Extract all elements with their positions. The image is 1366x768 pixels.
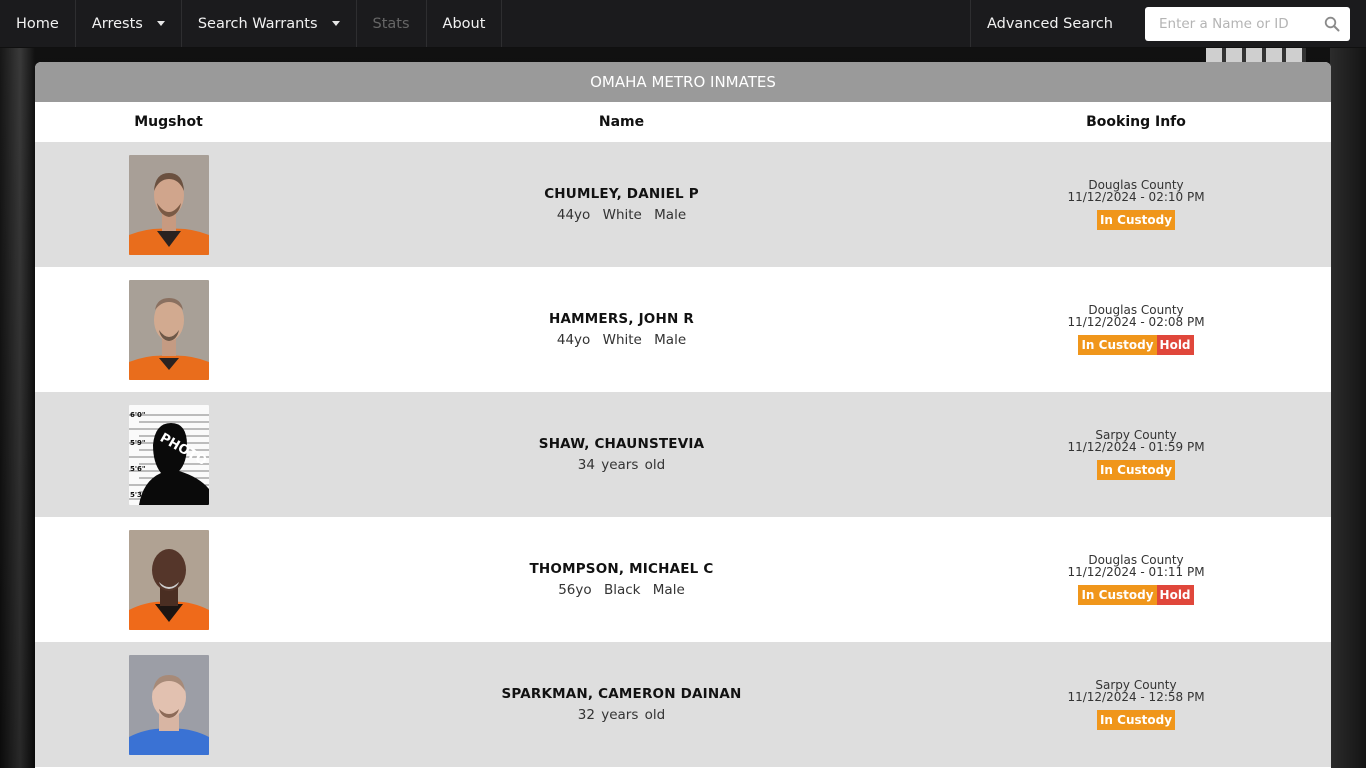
mugshot-image[interactable] <box>128 154 209 255</box>
inmate-details: 56yo Black Male <box>302 582 941 598</box>
inmate-age-text: 34 years old <box>577 457 666 473</box>
header-booking-info: Booking Info <box>1086 114 1186 130</box>
inmate-race: White <box>602 207 642 223</box>
panel-title: OMAHA METRO INMATES <box>35 62 1331 102</box>
inmate-name[interactable]: HAMMERS, JOHN R <box>302 311 941 327</box>
inmate-name[interactable]: SPARKMAN, CAMERON DAINAN <box>302 686 941 702</box>
height-mark: 6'0" <box>130 411 146 419</box>
no-photo-placeholder-image[interactable]: 6'0" 5'9" 5'6" 5'3" PHOTO <box>128 404 209 505</box>
inmate-age-text: 32 years old <box>577 707 666 723</box>
height-mark: 5'3" <box>130 491 146 499</box>
caret-down-icon <box>156 21 165 26</box>
inmate-details: 44yo White Male <box>302 332 941 348</box>
advanced-search-link[interactable]: Advanced Search <box>971 16 1129 32</box>
nav-home[interactable]: Home <box>0 0 76 47</box>
background-window <box>1206 48 1306 62</box>
status-badge-in-custody: In Custody <box>1096 710 1176 730</box>
booking-datetime: 11/12/2024 - 02:08 PM <box>1067 315 1205 329</box>
nav-search-warrants[interactable]: Search Warrants <box>182 0 357 47</box>
table-header: Mugshot Name Booking Info <box>35 102 1331 142</box>
nav-stats-label: Stats <box>372 15 410 32</box>
inmate-row[interactable]: SPARKMAN, CAMERON DAINAN 32 years old Sa… <box>35 642 1331 767</box>
inmate-name[interactable]: CHUMLEY, DANIEL P <box>302 186 941 202</box>
inmate-details: 34 years old <box>302 457 941 473</box>
nav-search-warrants-label: Search Warrants <box>197 15 318 32</box>
status-badge-in-custody: In Custody <box>1078 335 1157 355</box>
nav-about[interactable]: About <box>427 0 503 47</box>
inmate-age: 44yo <box>556 207 591 223</box>
inmate-race: Black <box>603 582 641 598</box>
inmate-sex: Male <box>652 582 685 598</box>
caret-down-icon <box>331 21 340 26</box>
nav-home-label: Home <box>16 15 59 32</box>
mugshot-image[interactable] <box>128 279 209 380</box>
inmate-details: 44yo White Male <box>302 207 941 223</box>
inmate-row[interactable]: CHUMLEY, DANIEL P 44yo White Male Dougla… <box>35 142 1331 267</box>
header-mugshot: Mugshot <box>134 114 203 130</box>
background-decoration <box>1330 48 1366 768</box>
status-badge-in-custody: In Custody <box>1096 460 1176 480</box>
inmate-name[interactable]: THOMPSON, MICHAEL C <box>302 561 941 577</box>
inmate-age: 44yo <box>556 332 591 348</box>
inmate-row[interactable]: HAMMERS, JOHN R 44yo White Male Douglas … <box>35 267 1331 392</box>
mugshot-image[interactable] <box>128 529 209 630</box>
status-badge-hold: Hold <box>1156 585 1194 605</box>
inmate-row[interactable]: 6'0" 5'9" 5'6" 5'3" PHOTO SHAW, CHAUNSTE… <box>35 392 1331 517</box>
booking-datetime: 11/12/2024 - 01:11 PM <box>1067 565 1205 579</box>
inmate-name[interactable]: SHAW, CHAUNSTEVIA <box>302 436 941 452</box>
header-name: Name <box>598 114 645 130</box>
inmate-race: White <box>602 332 642 348</box>
inmate-details: 32 years old <box>302 707 941 723</box>
status-badge-in-custody: In Custody <box>1096 210 1176 230</box>
navbar: Home Arrests Search Warrants Stats About… <box>0 0 1366 48</box>
nav-stats[interactable]: Stats <box>357 0 427 47</box>
nav-about-label: About <box>442 15 486 32</box>
nav-arrests-label: Arrests <box>91 15 143 32</box>
inmates-panel: OMAHA METRO INMATES Mugshot Name Booking… <box>35 62 1331 768</box>
inmate-sex: Male <box>654 332 687 348</box>
inmate-sex: Male <box>654 207 687 223</box>
nav-arrests[interactable]: Arrests <box>76 0 182 47</box>
inmate-age: 56yo <box>558 582 592 598</box>
search-input[interactable] <box>1159 15 1324 32</box>
booking-datetime: 11/12/2024 - 02:10 PM <box>1067 190 1205 204</box>
search-box <box>1145 6 1350 41</box>
search-icon[interactable] <box>1324 16 1340 32</box>
booking-datetime: 11/12/2024 - 12:58 PM <box>1067 690 1205 704</box>
status-badge-in-custody: In Custody <box>1078 585 1157 605</box>
status-badge-hold: Hold <box>1156 335 1194 355</box>
height-mark: 5'9" <box>130 439 146 447</box>
height-mark: 5'6" <box>130 465 146 473</box>
mugshot-image[interactable] <box>128 654 209 755</box>
inmate-row[interactable]: THOMPSON, MICHAEL C 56yo Black Male Doug… <box>35 517 1331 642</box>
booking-datetime: 11/12/2024 - 01:59 PM <box>1067 440 1205 454</box>
